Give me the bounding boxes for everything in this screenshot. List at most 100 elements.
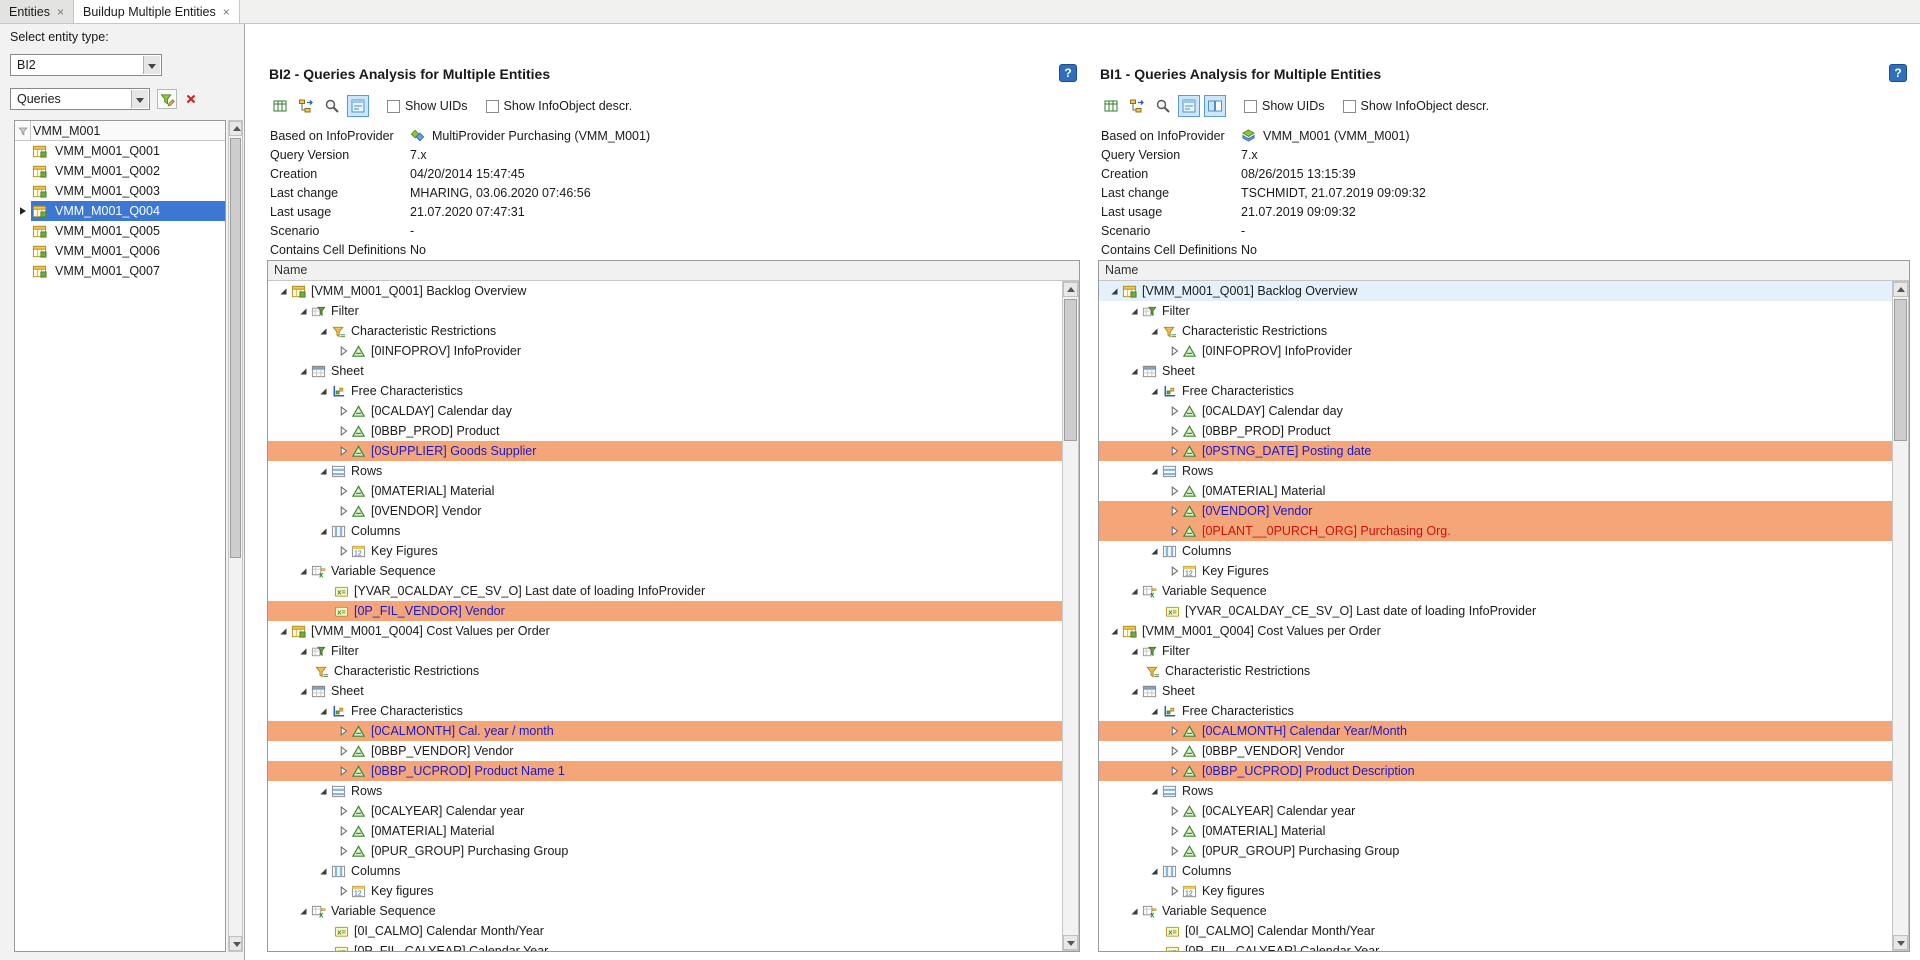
expand-all-button[interactable] [1178, 95, 1200, 117]
tree-row[interactable]: Characteristic Restrictions [268, 321, 1062, 341]
tree-row[interactable]: [0PLANT__0PURCH_ORG] Purchasing Org. [1099, 521, 1892, 541]
collapse-arrow-icon[interactable] [1105, 283, 1122, 299]
hierarchy-sync-button[interactable] [1126, 95, 1148, 117]
dropdown-arrow-icon[interactable] [143, 56, 160, 74]
expand-arrow-icon[interactable] [334, 763, 351, 779]
expand-arrow-icon[interactable] [1165, 843, 1182, 859]
tree-row[interactable]: [0INFOPROV] InfoProvider [268, 341, 1062, 361]
expand-arrow-icon[interactable] [334, 543, 351, 559]
collapse-arrow-icon[interactable] [1125, 643, 1142, 659]
zoom-button[interactable] [1152, 95, 1174, 117]
tree-row[interactable]: [0VENDOR] Vendor [1099, 501, 1892, 521]
table-design-button[interactable] [269, 95, 291, 117]
tree-row[interactable]: Filter [1099, 641, 1892, 661]
tree-row[interactable]: [0MATERIAL] Material [1099, 821, 1892, 841]
tree-row[interactable]: xVariable Sequence [268, 561, 1062, 581]
collapse-arrow-icon[interactable] [314, 463, 331, 479]
tree-row[interactable]: [0BBP_VENDOR] Vendor [1099, 741, 1892, 761]
collapse-arrow-icon[interactable] [1145, 783, 1162, 799]
collapse-arrow-icon[interactable] [1145, 543, 1162, 559]
tree-row[interactable]: xVariable Sequence [1099, 901, 1892, 921]
tree-row[interactable]: x=[0P_FIL_CALYEAR] Calendar Year [1099, 941, 1892, 951]
tree-row[interactable]: Characteristic Restrictions [1099, 321, 1892, 341]
collapse-arrow-icon[interactable] [1145, 863, 1162, 879]
collapse-arrow-icon[interactable] [1145, 323, 1162, 339]
vertical-scrollbar[interactable] [1892, 281, 1909, 951]
tree-row[interactable]: Characteristic Restrictions [1099, 661, 1892, 681]
tree-row[interactable]: [0MATERIAL] Material [268, 481, 1062, 501]
checkbox-box[interactable] [486, 100, 499, 113]
tree-row[interactable]: Rows [1099, 461, 1892, 481]
scroll-up-arrow[interactable] [1893, 282, 1908, 297]
checkbox-1[interactable]: Show InfoObject descr. [1343, 99, 1490, 113]
tree-row[interactable]: xVariable Sequence [1099, 581, 1892, 601]
scroll-down-arrow[interactable] [229, 936, 242, 951]
expand-arrow-icon[interactable] [334, 503, 351, 519]
tree-row[interactable]: [0CALDAY] Calendar day [1099, 401, 1892, 421]
collapse-arrow-icon[interactable] [314, 523, 331, 539]
tree-row[interactable]: [0BBP_VENDOR] Vendor [268, 741, 1062, 761]
tree-row[interactable]: 12Key Figures [268, 541, 1062, 561]
close-icon[interactable]: × [57, 6, 64, 18]
sidebar-query-item[interactable]: VMM_M001_Q007 [15, 261, 225, 281]
tree-row[interactable]: x=[0I_CALMO] Calendar Month/Year [268, 921, 1062, 941]
entity-type-select[interactable]: BI2 [10, 54, 162, 76]
table-design-button[interactable] [1100, 95, 1122, 117]
scroll-up-arrow[interactable] [1063, 282, 1078, 297]
checkbox-box[interactable] [1244, 100, 1257, 113]
tree-row[interactable]: x=[0P_FIL_CALYEAR] Calendar Year [268, 941, 1062, 951]
define-filter-button[interactable] [157, 89, 177, 109]
expand-arrow-icon[interactable] [334, 883, 351, 899]
scroll-up-arrow[interactable] [229, 121, 242, 136]
checkbox-box[interactable] [1343, 100, 1356, 113]
expand-arrow-icon[interactable] [1165, 403, 1182, 419]
expand-arrow-icon[interactable] [1165, 823, 1182, 839]
tree-row[interactable]: Columns [1099, 861, 1892, 881]
collapse-arrow-icon[interactable] [314, 863, 331, 879]
collapse-arrow-icon[interactable] [1125, 683, 1142, 699]
expand-arrow-icon[interactable] [334, 803, 351, 819]
tree-row[interactable]: [0BBP_UCPROD] Product Description [1099, 761, 1892, 781]
collapse-arrow-icon[interactable] [314, 383, 331, 399]
tree-row[interactable]: x=[YVAR_0CALDAY_CE_SV_O] Last date of lo… [1099, 601, 1892, 621]
tree-row[interactable]: [VMM_M001_Q004] Cost Values per Order [1099, 621, 1892, 641]
collapse-arrow-icon[interactable] [294, 563, 311, 579]
help-button[interactable]: ? [1889, 64, 1907, 82]
collapse-arrow-icon[interactable] [1145, 703, 1162, 719]
scroll-down-arrow[interactable] [1063, 935, 1078, 950]
expand-arrow-icon[interactable] [1165, 483, 1182, 499]
tree-row[interactable]: [0BBP_UCPROD] Product Name 1 [268, 761, 1062, 781]
collapse-arrow-icon[interactable] [1145, 383, 1162, 399]
checkbox-0[interactable]: Show UIDs [1244, 99, 1325, 113]
collapse-arrow-icon[interactable] [294, 683, 311, 699]
expand-all-button[interactable] [347, 95, 369, 117]
tree-row[interactable]: Free Characteristics [1099, 381, 1892, 401]
hierarchy-sync-button[interactable] [295, 95, 317, 117]
expand-arrow-icon[interactable] [1165, 503, 1182, 519]
clear-filter-button[interactable] [181, 89, 201, 109]
layout-toggle-button[interactable] [1204, 95, 1226, 117]
tree-row[interactable]: Rows [268, 781, 1062, 801]
sidebar-scrollbar[interactable] [228, 120, 243, 952]
expand-arrow-icon[interactable] [334, 823, 351, 839]
vertical-scrollbar[interactable] [1062, 281, 1079, 951]
expand-arrow-icon[interactable] [1165, 763, 1182, 779]
tree-row[interactable]: x=[0I_CALMO] Calendar Month/Year [1099, 921, 1892, 941]
help-button[interactable]: ? [1059, 64, 1077, 82]
expand-arrow-icon[interactable] [1165, 883, 1182, 899]
tree-row[interactable]: 12Key Figures [1099, 561, 1892, 581]
collapse-arrow-icon[interactable] [294, 903, 311, 919]
tab-buildup-multiple-entities[interactable]: Buildup Multiple Entities × [74, 0, 240, 23]
expand-arrow-icon[interactable] [334, 443, 351, 459]
collapse-arrow-icon[interactable] [314, 703, 331, 719]
tree-row[interactable]: [0CALYEAR] Calendar year [1099, 801, 1892, 821]
tree-row[interactable]: [0CALMONTH] Cal. year / month [268, 721, 1062, 741]
scroll-thumb[interactable] [230, 138, 241, 558]
expand-arrow-icon[interactable] [1165, 563, 1182, 579]
tree-row[interactable]: [0CALDAY] Calendar day [268, 401, 1062, 421]
tree-row[interactable]: [0MATERIAL] Material [1099, 481, 1892, 501]
tree-row[interactable]: [0PUR_GROUP] Purchasing Group [1099, 841, 1892, 861]
tab-entities[interactable]: Entities × [0, 0, 74, 23]
tree-row[interactable]: Sheet [1099, 361, 1892, 381]
sidebar-query-item[interactable]: VMM_M001_Q006 [15, 241, 225, 261]
